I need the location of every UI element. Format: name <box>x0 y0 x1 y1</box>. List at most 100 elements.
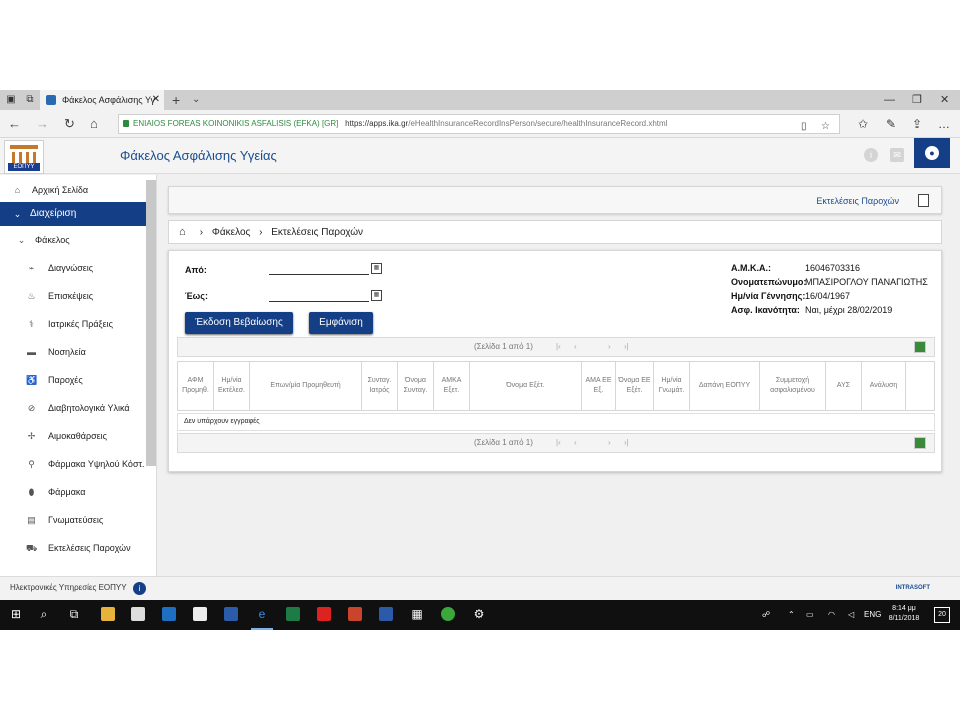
excel-icon[interactable] <box>286 607 300 621</box>
more-icon[interactable]: … <box>938 116 950 132</box>
settings-gear-icon[interactable]: ⚙ <box>471 606 487 622</box>
app-icon[interactable] <box>224 607 238 621</box>
mail-icon[interactable] <box>193 607 207 621</box>
mail-icon[interactable]: ✉ <box>890 148 904 162</box>
new-tab-icon[interactable]: + <box>172 90 180 110</box>
clock[interactable]: 8:14 μμ 8/11/2018 <box>884 604 924 624</box>
info-icon[interactable]: i <box>133 582 146 595</box>
next-page-icon[interactable]: › <box>608 338 611 356</box>
calendar-icon[interactable]: ▦ <box>371 290 382 301</box>
sidebar-item-benefits[interactable]: ♿ Παροχές <box>0 369 146 391</box>
first-page-icon[interactable]: |‹ <box>556 338 561 356</box>
people-icon[interactable]: ☍ <box>762 600 770 630</box>
sidebar-item-hospitalization[interactable]: ▬ Νοσηλεία <box>0 341 146 363</box>
sidebar-item-label: Διαβητολογικά Υλικά <box>48 403 130 413</box>
favorite-star-icon[interactable]: ☆ <box>821 118 830 133</box>
last-page-icon[interactable]: ›| <box>624 338 629 356</box>
minimize-icon[interactable]: — <box>884 90 895 110</box>
share-icon[interactable]: ⇪ <box>912 116 922 132</box>
excel-export-icon[interactable] <box>914 437 926 449</box>
column-header[interactable]: Δαπάνη ΕΟΠΥΥ <box>690 362 760 410</box>
url-field[interactable]: ENIAIOS FOREAS KOINONIKIS ASFALISIS (EFK… <box>118 114 840 134</box>
sidebar-item-opinions[interactable]: ▤ Γνωματεύσεις <box>0 509 146 531</box>
language-indicator[interactable]: ENG <box>864 600 881 630</box>
sidebar-item-diabetic-supplies[interactable]: ⊘ Διαβητολογικά Υλικά <box>0 397 146 419</box>
sidebar-item-high-cost-drugs[interactable]: ⚲ Φάρμακα Υψηλού Κόστ. <box>0 453 146 475</box>
wifi-icon[interactable]: ◠ <box>828 600 835 630</box>
maximize-icon[interactable]: ❐ <box>912 90 922 110</box>
browser-tab[interactable]: Φάκελος Ασφάλισης Υγ ✕ <box>40 90 164 110</box>
tab-preview-icon[interactable]: ▣ <box>5 94 17 105</box>
prev-page-icon[interactable]: ‹ <box>574 434 577 452</box>
set-aside-tabs-icon[interactable]: ⧉ <box>24 94 36 105</box>
powerpoint-icon[interactable] <box>348 607 362 621</box>
app-green-icon[interactable] <box>441 607 455 621</box>
excel-export-icon[interactable] <box>914 341 926 353</box>
column-header[interactable]: Ημ/νία Γνωμάτ. <box>654 362 690 410</box>
info-icon[interactable]: i <box>864 148 878 162</box>
column-header[interactable]: Όνομα Εξέτ. <box>470 362 582 410</box>
column-header[interactable]: Συμμετοχή ασφαλισμένου <box>760 362 826 410</box>
sidebar-item-dialysis[interactable]: ✢ Αιμοκαθάρσεις <box>0 425 146 447</box>
next-page-icon[interactable]: › <box>608 434 611 452</box>
tab-list-chevron-icon[interactable]: ⌄ <box>192 90 200 110</box>
sidebar-scrollbar[interactable] <box>146 180 156 466</box>
calendar-icon[interactable]: ▦ <box>371 263 382 274</box>
start-icon[interactable]: ⊞ <box>8 606 24 622</box>
outlook-icon[interactable] <box>162 607 176 621</box>
forward-icon[interactable]: → <box>36 116 49 132</box>
eopyy-logo[interactable]: ΕΟΠΥΥ <box>4 140 44 174</box>
tab-close-icon[interactable]: ✕ <box>152 90 160 110</box>
from-date-input[interactable] <box>269 263 369 275</box>
column-header[interactable]: Ημ/νία Εκτέλεσ. <box>214 362 250 410</box>
sidebar-item-label: Γνωματεύσεις <box>48 515 104 525</box>
document-icon[interactable] <box>918 194 929 207</box>
user-menu-button[interactable]: ● <box>914 138 950 168</box>
volume-icon[interactable]: ◁ <box>848 600 854 630</box>
sidebar-item-medical-acts[interactable]: ⚕ Ιατρικές Πράξεις <box>0 313 146 335</box>
file-explorer-icon[interactable] <box>101 607 115 621</box>
home-icon[interactable]: ⌂ <box>179 221 191 243</box>
back-icon[interactable]: ← <box>8 116 21 132</box>
notifications-icon[interactable]: 20 <box>934 607 950 623</box>
opera-icon[interactable] <box>317 607 331 621</box>
calculator-icon[interactable]: ▦ <box>409 606 425 622</box>
column-header[interactable]: Όνομα ΕΕ Εξέτ. <box>616 362 654 410</box>
close-window-icon[interactable]: ✕ <box>940 90 949 110</box>
store-icon[interactable] <box>131 607 145 621</box>
edge-icon[interactable]: e <box>254 606 270 622</box>
to-date-input[interactable] <box>269 290 369 302</box>
column-header[interactable]: ΑΥΣ <box>826 362 862 410</box>
reading-view-icon[interactable]: ▯ <box>801 118 807 133</box>
first-page-icon[interactable]: |‹ <box>556 434 561 452</box>
column-header[interactable]: Επων/μία Προμηθευτή <box>250 362 362 410</box>
prev-page-icon[interactable]: ‹ <box>574 338 577 356</box>
sidebar-item-visits[interactable]: ♨ Επισκέψεις <box>0 285 146 307</box>
column-header[interactable]: ΑΜΚΑ Εξετ. <box>434 362 470 410</box>
pen-icon[interactable]: ✎ <box>886 116 896 132</box>
search-icon[interactable]: ⌕ <box>36 606 52 622</box>
breadcrumb-folder[interactable]: Φάκελος <box>212 227 250 238</box>
sidebar-item-drugs[interactable]: ⬮ Φάρμακα <box>0 481 146 503</box>
column-header[interactable]: Συνταγ. Ιατρός <box>362 362 398 410</box>
column-header[interactable]: ΑΜΑ ΕΕ Εξ. <box>582 362 616 410</box>
home-icon[interactable]: ⌂ <box>90 116 98 132</box>
sidebar-item-diagnoses[interactable]: ⌁ Διαγνώσεις <box>0 257 146 279</box>
sidebar-item-admin[interactable]: ⌄ Διαχείριση <box>0 202 146 226</box>
last-page-icon[interactable]: ›| <box>624 434 629 452</box>
favorites-icon[interactable]: ✩ <box>858 116 868 132</box>
tray-chevron-up-icon[interactable]: ⌃ <box>788 600 795 630</box>
word-icon[interactable] <box>379 607 393 621</box>
task-view-icon[interactable]: ⧉ <box>66 606 82 622</box>
refresh-icon[interactable]: ↻ <box>64 116 75 132</box>
sidebar-item-benefit-executions[interactable]: ⛟ Εκτελέσεις Παροχών <box>0 537 146 559</box>
show-button[interactable]: Εμφάνιση <box>309 312 373 334</box>
column-header[interactable]: Ανάλυση <box>862 362 906 410</box>
battery-icon[interactable]: ▭ <box>806 600 814 630</box>
sidebar-item-home[interactable]: ⌂ Αρχική Σελίδα <box>0 179 146 201</box>
column-header[interactable]: ΑΦΜ Προμηθ. <box>178 362 214 410</box>
benefit-executions-link[interactable]: Εκτελέσεις Παροχών <box>816 187 899 215</box>
sidebar-item-folder[interactable]: ⌄ Φάκελος <box>0 229 146 251</box>
issue-certificate-button[interactable]: Έκδοση Βεβαίωσης <box>185 312 293 334</box>
column-header[interactable]: Όνομα Συνταγ. <box>398 362 434 410</box>
